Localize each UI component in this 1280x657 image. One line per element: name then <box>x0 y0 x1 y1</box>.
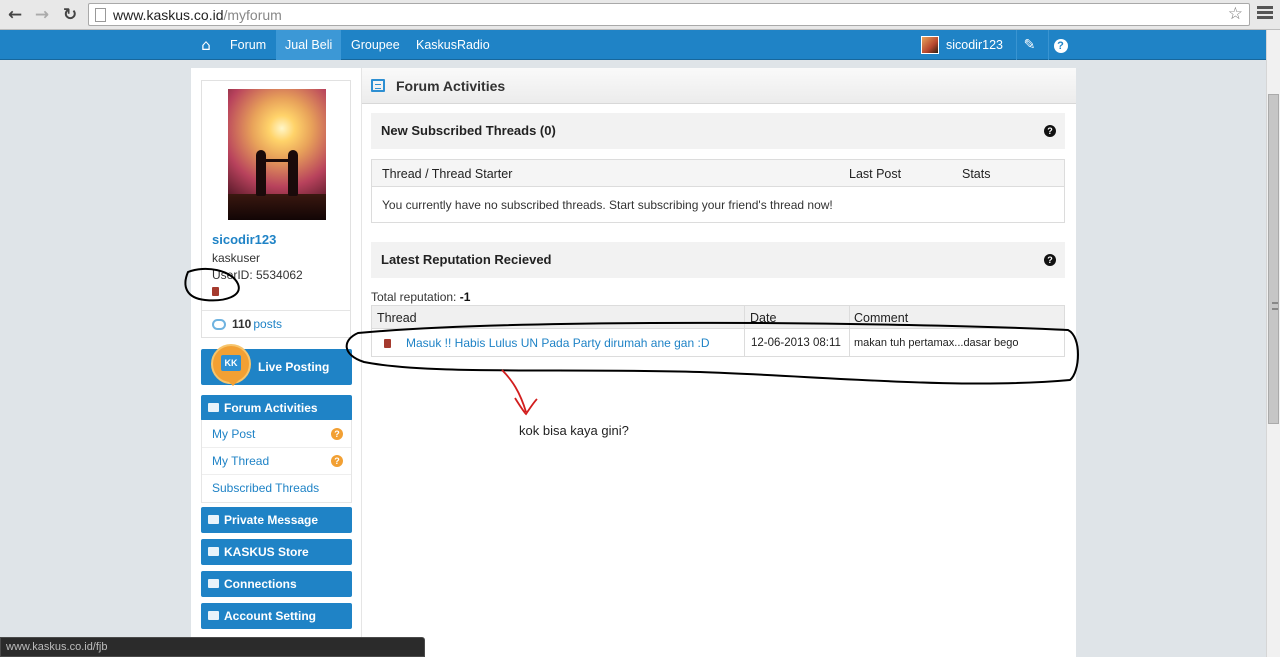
column-header: Date <box>750 311 777 325</box>
reputation-table-header: Thread Date Comment <box>371 305 1065 329</box>
total-reputation: Total reputation: -1 <box>371 290 471 304</box>
reputation-date: 12-06-2013 08:11 <box>751 337 841 349</box>
subscribed-empty-row: You currently have no subscribed threads… <box>371 187 1065 223</box>
question-icon[interactable]: ? <box>1044 254 1056 266</box>
speech-bubble-icon <box>212 319 226 331</box>
table-row: Masuk !! Habis Lulus UN Pada Party dirum… <box>371 329 1065 357</box>
private-message-button[interactable]: Private Message <box>201 507 352 533</box>
nav-username[interactable]: sicodir123 <box>946 30 1003 60</box>
connections-button[interactable]: Connections <box>201 571 352 597</box>
url-text[interactable]: www.kaskus.co.id/myforum <box>113 7 282 23</box>
activity-list-icon <box>371 79 385 92</box>
browser-menu-icon[interactable] <box>1257 6 1273 22</box>
question-icon[interactable]: ? <box>1044 125 1056 137</box>
reload-icon[interactable]: ↻ <box>59 4 81 26</box>
section-header: Forum Activities <box>362 68 1076 104</box>
help-icon[interactable]: ? <box>1048 30 1072 60</box>
profile-role: kaskuser <box>212 251 261 265</box>
profile-photo[interactable] <box>228 89 326 220</box>
nav-jual-beli[interactable]: Jual Beli <box>276 30 342 60</box>
profile-posts[interactable]: 110 posts <box>212 317 282 331</box>
profile-card: sicodir123 kaskuser UserID: 5534062 110 p… <box>201 80 351 338</box>
subscribed-table-header: Thread / Thread Starter Last Post Stats <box>371 159 1065 187</box>
subscribed-threads-header: New Subscribed Threads (0) ? <box>371 113 1065 149</box>
reputation-bar-icon <box>212 287 219 296</box>
page-icon <box>95 8 106 22</box>
back-arrow-icon[interactable]: ← <box>4 4 26 26</box>
forum-activities-button[interactable]: Forum Activities <box>201 395 352 421</box>
kaskus-store-button[interactable]: KASKUS Store <box>201 539 352 565</box>
page-scrollbar[interactable] <box>1266 30 1280 657</box>
column-header: Last Post <box>849 167 902 181</box>
user-avatar[interactable] <box>921 36 939 54</box>
submenu-my-thread[interactable]: My Thread <box>212 454 269 468</box>
live-posting-badge-icon: KK <box>211 344 251 386</box>
live-posting-button[interactable]: KK Live Posting <box>201 344 352 386</box>
column-header: Stats <box>962 167 991 181</box>
bookmark-star-icon[interactable]: ☆ <box>1228 4 1243 24</box>
info-icon[interactable]: ? <box>331 455 343 467</box>
account-setting-button[interactable]: Account Setting <box>201 603 352 629</box>
list-icon <box>208 403 219 412</box>
forward-arrow-icon[interactable]: → <box>31 4 53 26</box>
cart-icon <box>208 547 219 556</box>
nav-groupee[interactable]: Groupee <box>342 30 409 60</box>
info-icon[interactable]: ? <box>331 428 343 440</box>
main-content: Forum Activities New Subscribed Threads … <box>361 68 1076 657</box>
reputation-bar-icon <box>384 339 391 348</box>
status-bar: www.kaskus.co.id/fjb <box>0 637 425 657</box>
wrench-icon <box>208 611 219 620</box>
live-posting-label: Live Posting <box>258 360 330 374</box>
profile-userid: UserID: 5534062 <box>212 268 303 282</box>
reputation-comment: makan tuh pertamax...dasar bego <box>854 337 1019 349</box>
column-header: Thread <box>377 311 417 325</box>
annotation-note: kok bisa kaya gini? <box>519 423 629 438</box>
home-icon[interactable]: ⌂ <box>197 36 215 54</box>
submenu-subscribed-threads[interactable]: Subscribed Threads <box>212 481 319 495</box>
nav-forum[interactable]: Forum <box>221 30 275 60</box>
column-header: Thread / Thread Starter <box>382 167 513 181</box>
envelope-icon <box>208 515 219 524</box>
nav-kaskusradio[interactable]: KaskusRadio <box>407 30 499 60</box>
latest-reputation-header: Latest Reputation Recieved ? <box>371 242 1065 278</box>
address-bar[interactable]: www.kaskus.co.id/myforum ☆ <box>88 3 1250 26</box>
submenu-my-post[interactable]: My Post <box>212 427 255 441</box>
forum-activities-submenu: My Post ? My Thread ? Subscribed Threads <box>201 420 352 503</box>
column-header: Comment <box>854 311 909 325</box>
people-icon <box>208 579 219 588</box>
page-container: sicodir123 kaskuser UserID: 5534062 110 p… <box>191 68 1076 657</box>
browser-toolbar: ← → ↻ www.kaskus.co.id/myforum ☆ <box>0 0 1280 30</box>
scrollbar-thumb[interactable] <box>1268 94 1279 424</box>
page-title: Forum Activities <box>396 78 506 94</box>
edit-pencil-icon[interactable]: ✎ <box>1016 30 1042 60</box>
site-navbar: ⌂ Forum Jual Beli Groupee KaskusRadio si… <box>0 30 1266 60</box>
profile-username[interactable]: sicodir123 <box>212 232 276 247</box>
reputation-thread-link[interactable]: Masuk !! Habis Lulus UN Pada Party dirum… <box>406 329 709 357</box>
